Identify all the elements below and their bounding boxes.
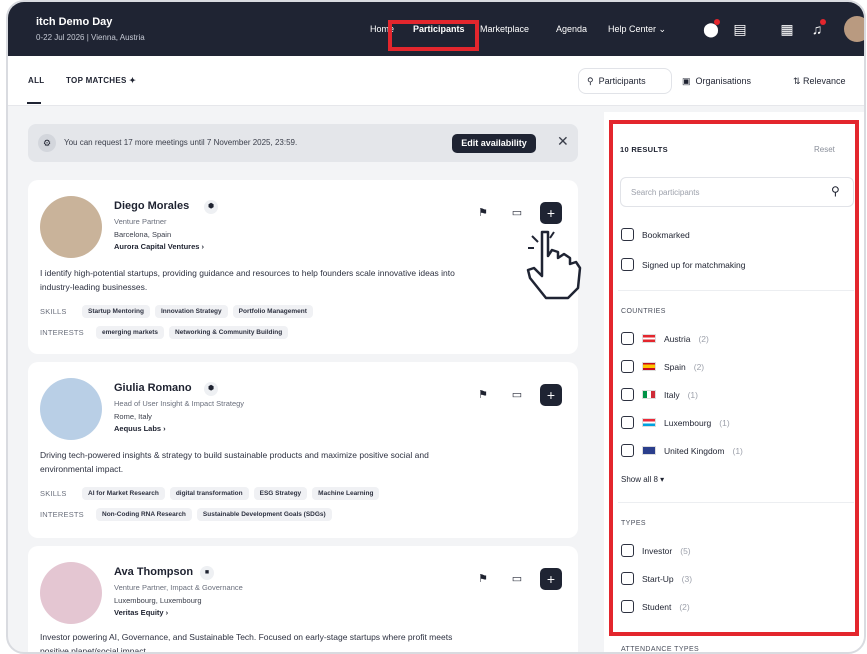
skills-list: Startup Mentoring Innovation Strategy Po… [82, 305, 313, 318]
calendar-icon[interactable]: ▦ [778, 20, 796, 38]
bookmark-icon[interactable]: ⚑ [472, 384, 494, 406]
tab-top-matches[interactable]: TOP MATCHES ✦ [66, 76, 136, 85]
app-frame: itch Demo Day 0-22 Jul 2026 | Vienna, Au… [6, 0, 866, 654]
building-icon: ▣ [682, 75, 691, 86]
participant-location: Rome, Italy [114, 412, 152, 421]
participant-role: Venture Partner [114, 217, 167, 226]
nav-help-center[interactable]: Help Center ⌄ [608, 24, 666, 35]
participant-name[interactable]: Diego Morales [114, 200, 189, 212]
bell-dot [820, 19, 826, 25]
participant-company[interactable]: Aequus Labs › [114, 424, 166, 433]
badge-icon: ⬢ [204, 382, 218, 396]
message-icon[interactable]: ▭ [506, 384, 528, 406]
nav-marketplace[interactable]: Marketplace [480, 24, 529, 34]
bookmark-icon[interactable]: ⚑ [472, 568, 494, 590]
notice-text: You can request 17 more meetings until 7… [64, 138, 298, 147]
skill-chip: Portfolio Management [232, 305, 313, 318]
interests-list: emerging markets Networking & Community … [96, 326, 289, 339]
message-icon[interactable]: ▭ [506, 202, 528, 224]
sort-relevance[interactable]: ⇅ Relevance [793, 76, 846, 87]
participant-bio: Driving tech-powered insights & strategy… [40, 450, 429, 474]
skill-chip: Machine Learning [312, 487, 380, 500]
participant-name[interactable]: Ava Thompson [114, 566, 193, 578]
badge-icon: ⬢ [204, 200, 218, 214]
highlight-filter-panel [609, 120, 859, 636]
participant-card[interactable]: Diego Morales ⬢ Venture Partner Barcelon… [28, 180, 578, 354]
interest-chip: Networking & Community Building [169, 326, 289, 339]
participant-photo [40, 378, 102, 440]
interest-chip: Sustainable Development Goals (SDGs) [196, 508, 332, 521]
nav-agenda[interactable]: Agenda [556, 24, 587, 34]
participant-bio: Investor powering AI, Governance, and Su… [40, 632, 453, 654]
segment-participants-label: Participants [598, 76, 646, 86]
participant-location: Luxembourg, Luxembourg [114, 596, 202, 605]
interests-label: INTERESTS [40, 328, 84, 337]
chat-icon[interactable]: ▤ [731, 20, 749, 38]
participant-company[interactable]: Aurora Capital Ventures › [114, 242, 204, 251]
interests-label: INTERESTS [40, 510, 84, 519]
tab-all[interactable]: ALL [28, 76, 44, 85]
user-avatar[interactable] [844, 16, 864, 42]
skill-chip: AI for Market Research [82, 487, 165, 500]
event-title: itch Demo Day [36, 16, 113, 28]
attendance-types-label: ATTENDANCE TYPES [621, 646, 700, 653]
meeting-notice: ⚙ You can request 17 more meetings until… [28, 124, 578, 162]
info-icon: ⚙ [38, 134, 56, 152]
skills-label: SKILLS [40, 489, 67, 498]
participant-role: Head of User Insight & Impact Strategy [114, 399, 245, 408]
segment-organisations-label: Organisations [695, 76, 752, 86]
participant-name[interactable]: Giulia Romano [114, 382, 192, 394]
segment-organisations[interactable]: ▣ Organisations [674, 68, 774, 94]
participant-company[interactable]: Veritas Equity › [114, 608, 168, 617]
add-meeting-button[interactable]: + [540, 568, 562, 590]
tabs-row: ALL TOP MATCHES ✦ ⚲ Participants ▣ Organ… [8, 56, 864, 106]
highlight-participants-nav [388, 20, 479, 51]
participant-bio: I identify high-potential startups, prov… [40, 268, 455, 292]
skills-list: AI for Market Research digital transform… [82, 487, 380, 500]
participant-card[interactable]: Giulia Romano ⬢ Head of User Insight & I… [28, 362, 578, 538]
participant-photo [40, 196, 102, 258]
skill-chip: Startup Mentoring [82, 305, 150, 318]
tab-all-underline [27, 102, 41, 104]
person-icon: ⚲ [587, 75, 594, 86]
add-meeting-button[interactable]: + [540, 202, 562, 224]
close-icon[interactable]: ✕ [557, 133, 569, 150]
bookmark-icon[interactable]: ⚑ [472, 202, 494, 224]
skill-chip: ESG Strategy [253, 487, 308, 500]
participant-card[interactable]: Ava Thompson ■ Venture Partner, Impact &… [28, 546, 578, 654]
interest-chip: emerging markets [96, 326, 164, 339]
pointer-hand-icon [526, 230, 582, 300]
skill-chip: Innovation Strategy [154, 305, 228, 318]
participant-photo [40, 562, 102, 624]
message-icon[interactable]: ▭ [506, 568, 528, 590]
notification-dot [714, 19, 720, 25]
interests-list: Non-Coding RNA Research Sustainable Deve… [96, 508, 332, 521]
skills-label: SKILLS [40, 307, 67, 316]
badge-icon: ■ [200, 566, 214, 580]
skill-chip: digital transformation [169, 487, 249, 500]
participant-location: Barcelona, Spain [114, 230, 172, 239]
add-meeting-button[interactable]: + [540, 384, 562, 406]
edit-availability-button[interactable]: Edit availability [452, 134, 536, 153]
interest-chip: Non-Coding RNA Research [96, 508, 192, 521]
event-subtitle: 0-22 Jul 2026 | Vienna, Austria [36, 33, 145, 42]
segment-participants[interactable]: ⚲ Participants [578, 68, 672, 94]
participant-role: Venture Partner, Impact & Governance [114, 583, 243, 592]
